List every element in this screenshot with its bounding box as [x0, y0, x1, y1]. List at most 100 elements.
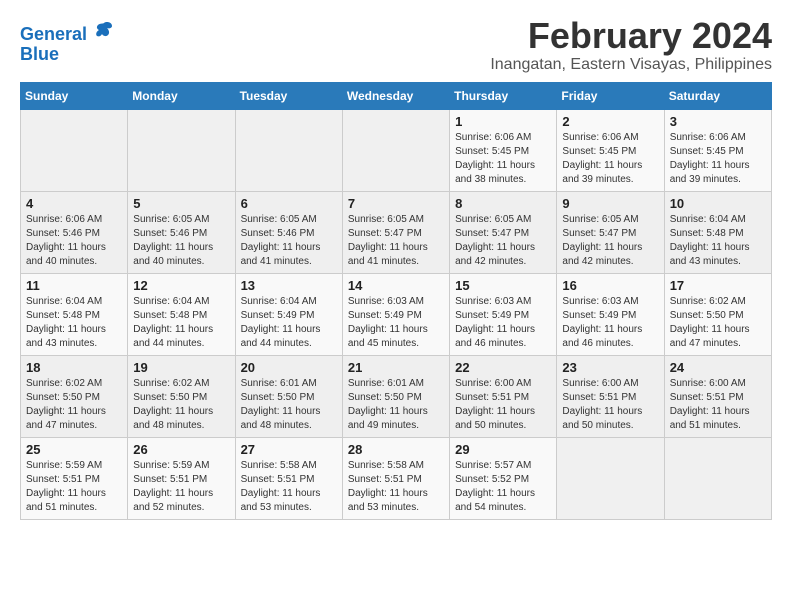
calendar-cell: 5 Sunrise: 6:05 AM Sunset: 5:46 PM Daylig…	[128, 191, 235, 273]
logo: General Blue	[20, 20, 114, 65]
day-info: Sunrise: 5:57 AM Sunset: 5:52 PM Dayligh…	[455, 459, 551, 515]
day-number: 25	[26, 442, 122, 457]
header-cell-wednesday: Wednesday	[342, 82, 449, 109]
day-number: 1	[455, 114, 551, 129]
title-section: February 2024 Inangatan, Eastern Visayas…	[490, 16, 772, 74]
page-header: General Blue February 2024 Inangatan, Ea…	[20, 16, 772, 74]
day-number: 8	[455, 196, 551, 211]
header-cell-friday: Friday	[557, 82, 664, 109]
day-number: 26	[133, 442, 229, 457]
day-info: Sunrise: 6:05 AM Sunset: 5:47 PM Dayligh…	[455, 213, 551, 269]
day-number: 2	[562, 114, 658, 129]
calendar-cell: 26Sunrise: 5:59 AM Sunset: 5:51 PM Dayli…	[128, 437, 235, 519]
day-number: 15	[455, 278, 551, 293]
logo-blue: Blue	[20, 44, 59, 64]
calendar-cell: 21 Sunrise: 6:01 AM Sunset: 5:50 PM Dayli…	[342, 355, 449, 437]
day-info: Sunrise: 6:01 AM Sunset: 5:50 PM Dayligh…	[241, 377, 337, 433]
day-info: Sunrise: 6:06 AM Sunset: 5:45 PM Dayligh…	[455, 131, 551, 187]
day-info: Sunrise: 6:03 AM Sunset: 5:49 PM Dayligh…	[348, 295, 444, 351]
day-number: 17	[670, 278, 766, 293]
day-info: Sunrise: 5:59 AM Sunset: 5:51 PM Dayligh…	[26, 459, 122, 515]
day-number: 12	[133, 278, 229, 293]
calendar-cell: 29 Sunrise: 5:57 AM Sunset: 5:52 PM Dayli…	[450, 437, 557, 519]
day-info: Sunrise: 6:05 AM Sunset: 5:46 PM Dayligh…	[133, 213, 229, 269]
day-number: 20	[241, 360, 337, 375]
day-info: Sunrise: 6:00 AM Sunset: 5:51 PM Dayligh…	[455, 377, 551, 433]
day-number: 4	[26, 196, 122, 211]
calendar-cell: 13 Sunrise: 6:04 AM Sunset: 5:49 PM Dayli…	[235, 273, 342, 355]
calendar-cell: 18 Sunrise: 6:02 AM Sunset: 5:50 PM Dayli…	[21, 355, 128, 437]
day-number: 18	[26, 360, 122, 375]
day-info: Sunrise: 6:03 AM Sunset: 5:49 PM Dayligh…	[455, 295, 551, 351]
day-info: Sunrise: 6:00 AM Sunset: 5:51 PM Dayligh…	[670, 377, 766, 433]
day-number: 24	[670, 360, 766, 375]
calendar-cell: 15 Sunrise: 6:03 AM Sunset: 5:49 PM Dayli…	[450, 273, 557, 355]
header-cell-thursday: Thursday	[450, 82, 557, 109]
day-number: 13	[241, 278, 337, 293]
day-info: Sunrise: 6:06 AM Sunset: 5:45 PM Dayligh…	[670, 131, 766, 187]
calendar-week-1: 1 Sunrise: 6:06 AM Sunset: 5:45 PM Daylig…	[21, 109, 772, 191]
day-number: 29	[455, 442, 551, 457]
day-info: Sunrise: 6:03 AM Sunset: 5:49 PM Dayligh…	[562, 295, 658, 351]
day-number: 3	[670, 114, 766, 129]
calendar-cell: 20 Sunrise: 6:01 AM Sunset: 5:50 PM Dayli…	[235, 355, 342, 437]
month-title: February 2024	[490, 16, 772, 56]
day-number: 21	[348, 360, 444, 375]
day-info: Sunrise: 6:04 AM Sunset: 5:48 PM Dayligh…	[670, 213, 766, 269]
calendar-cell	[21, 109, 128, 191]
day-info: Sunrise: 5:58 AM Sunset: 5:51 PM Dayligh…	[348, 459, 444, 515]
calendar-cell: 14 Sunrise: 6:03 AM Sunset: 5:49 PM Dayli…	[342, 273, 449, 355]
day-number: 5	[133, 196, 229, 211]
calendar-week-2: 4 Sunrise: 6:06 AM Sunset: 5:46 PM Daylig…	[21, 191, 772, 273]
calendar-cell: 11 Sunrise: 6:04 AM Sunset: 5:48 PM Dayli…	[21, 273, 128, 355]
day-info: Sunrise: 6:05 AM Sunset: 5:47 PM Dayligh…	[562, 213, 658, 269]
day-info: Sunrise: 5:58 AM Sunset: 5:51 PM Dayligh…	[241, 459, 337, 515]
header-cell-monday: Monday	[128, 82, 235, 109]
day-info: Sunrise: 6:06 AM Sunset: 5:46 PM Dayligh…	[26, 213, 122, 269]
calendar-table: SundayMondayTuesdayWednesdayThursdayFrid…	[20, 82, 772, 520]
location-subtitle: Inangatan, Eastern Visayas, Philippines	[490, 56, 772, 74]
day-number: 23	[562, 360, 658, 375]
calendar-cell: 22 Sunrise: 6:00 AM Sunset: 5:51 PM Dayli…	[450, 355, 557, 437]
calendar-cell	[664, 437, 771, 519]
calendar-cell: 6Sunrise: 6:05 AM Sunset: 5:46 PM Daylig…	[235, 191, 342, 273]
day-info: Sunrise: 6:04 AM Sunset: 5:48 PM Dayligh…	[26, 295, 122, 351]
day-info: Sunrise: 6:01 AM Sunset: 5:50 PM Dayligh…	[348, 377, 444, 433]
day-number: 7	[348, 196, 444, 211]
calendar-cell: 23Sunrise: 6:00 AM Sunset: 5:51 PM Dayli…	[557, 355, 664, 437]
calendar-week-5: 25 Sunrise: 5:59 AM Sunset: 5:51 PM Dayli…	[21, 437, 772, 519]
calendar-cell: 2 Sunrise: 6:06 AM Sunset: 5:45 PM Daylig…	[557, 109, 664, 191]
calendar-cell	[557, 437, 664, 519]
day-number: 19	[133, 360, 229, 375]
calendar-cell: 10 Sunrise: 6:04 AM Sunset: 5:48 PM Dayli…	[664, 191, 771, 273]
calendar-cell	[235, 109, 342, 191]
calendar-week-4: 18 Sunrise: 6:02 AM Sunset: 5:50 PM Dayli…	[21, 355, 772, 437]
header-cell-sunday: Sunday	[21, 82, 128, 109]
day-number: 22	[455, 360, 551, 375]
day-number: 14	[348, 278, 444, 293]
logo-general: General	[20, 24, 87, 44]
header-cell-tuesday: Tuesday	[235, 82, 342, 109]
day-number: 6	[241, 196, 337, 211]
calendar-cell: 1 Sunrise: 6:06 AM Sunset: 5:45 PM Daylig…	[450, 109, 557, 191]
calendar-cell: 19 Sunrise: 6:02 AM Sunset: 5:50 PM Dayli…	[128, 355, 235, 437]
logo-bird-icon	[94, 20, 114, 40]
calendar-cell	[342, 109, 449, 191]
header-cell-saturday: Saturday	[664, 82, 771, 109]
day-number: 27	[241, 442, 337, 457]
day-info: Sunrise: 6:06 AM Sunset: 5:45 PM Dayligh…	[562, 131, 658, 187]
calendar-body: 1 Sunrise: 6:06 AM Sunset: 5:45 PM Daylig…	[21, 109, 772, 519]
calendar-cell: 12 Sunrise: 6:04 AM Sunset: 5:48 PM Dayli…	[128, 273, 235, 355]
day-info: Sunrise: 6:02 AM Sunset: 5:50 PM Dayligh…	[133, 377, 229, 433]
calendar-cell: 28 Sunrise: 5:58 AM Sunset: 5:51 PM Dayli…	[342, 437, 449, 519]
day-number: 11	[26, 278, 122, 293]
day-number: 28	[348, 442, 444, 457]
day-number: 10	[670, 196, 766, 211]
calendar-cell: 3 Sunrise: 6:06 AM Sunset: 5:45 PM Daylig…	[664, 109, 771, 191]
day-info: Sunrise: 6:02 AM Sunset: 5:50 PM Dayligh…	[26, 377, 122, 433]
calendar-cell: 7Sunrise: 6:05 AM Sunset: 5:47 PM Daylig…	[342, 191, 449, 273]
calendar-cell: 27 Sunrise: 5:58 AM Sunset: 5:51 PM Dayli…	[235, 437, 342, 519]
day-info: Sunrise: 6:04 AM Sunset: 5:48 PM Dayligh…	[133, 295, 229, 351]
calendar-cell: 4 Sunrise: 6:06 AM Sunset: 5:46 PM Daylig…	[21, 191, 128, 273]
day-info: Sunrise: 6:04 AM Sunset: 5:49 PM Dayligh…	[241, 295, 337, 351]
